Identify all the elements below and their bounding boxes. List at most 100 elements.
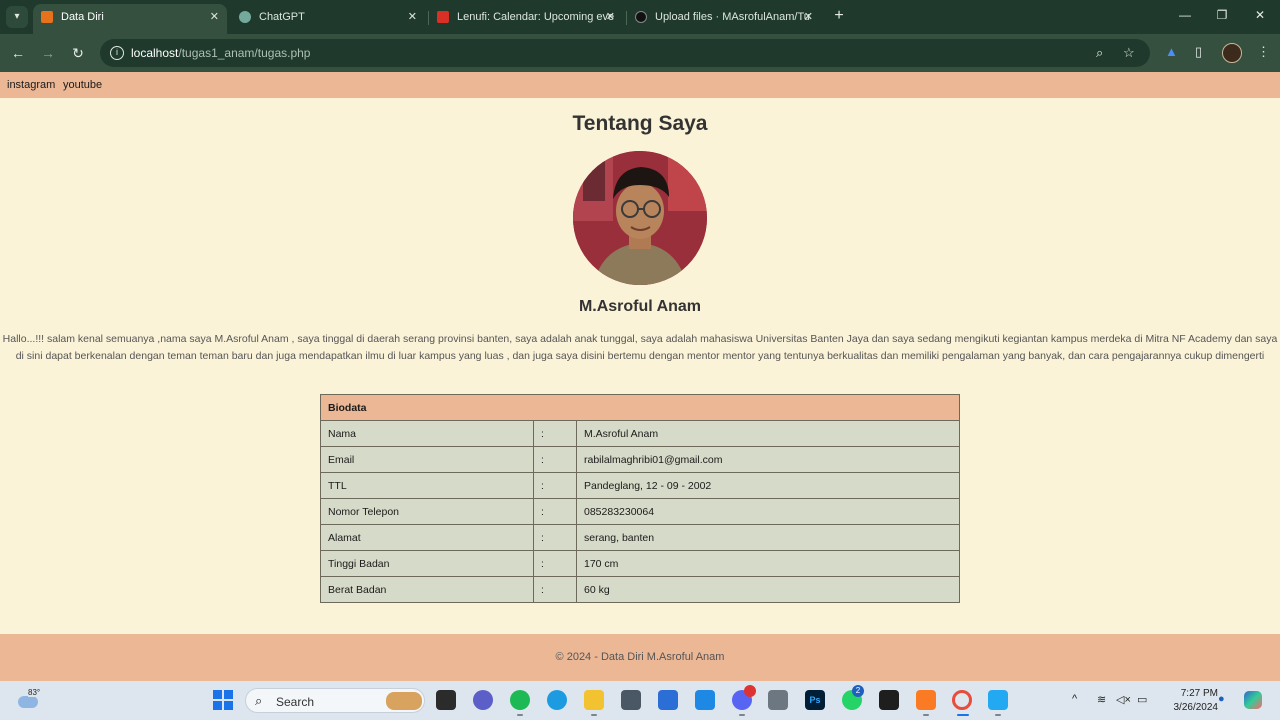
row-separator: : (533, 524, 577, 551)
table-row: TTL : Pandeglang, 12 - 09 - 2002 (320, 472, 960, 499)
row-value: serang, banten (576, 524, 960, 551)
photos-icon[interactable] (695, 690, 715, 710)
site-info-icon[interactable]: i (110, 46, 124, 60)
reload-button[interactable]: ↻ (68, 43, 88, 63)
tab-title: Lenufi: Calendar: Upcoming eve (457, 11, 615, 23)
tab-search-button[interactable]: ▾ (6, 6, 28, 28)
clock-time: 7:27 PM (1180, 688, 1218, 699)
search-highlight-image (386, 692, 422, 710)
copilot-icon[interactable] (1244, 691, 1262, 709)
row-value: Pandeglang, 12 - 09 - 2002 (576, 472, 960, 499)
row-label: Alamat (320, 524, 534, 551)
running-indicator (923, 714, 929, 716)
xampp-icon[interactable] (916, 690, 936, 710)
notification-bell-icon[interactable]: ● (1218, 693, 1225, 705)
edge-icon[interactable] (547, 690, 567, 710)
profile-avatar-icon[interactable] (1222, 43, 1242, 63)
profile-photo (573, 151, 707, 285)
weather-widget[interactable]: 83° (16, 688, 46, 712)
battery-icon[interactable]: ▭ (1137, 693, 1147, 706)
row-value: 60 kg (576, 576, 960, 603)
zoom-icon[interactable]: ⌕ (1096, 45, 1103, 61)
tab-data-diri[interactable]: Data Diri ✕ (33, 4, 227, 34)
tab-github-upload[interactable]: Upload files · MAsrofulAnam/Tu ✕ (627, 4, 821, 34)
footer-text: © 2024 - Data Diri M.Asroful Anam (555, 651, 725, 663)
tab-title: Upload files · MAsrofulAnam/Tu (655, 11, 810, 23)
wifi-icon[interactable]: ≋ (1097, 693, 1106, 706)
side-panel-icon[interactable]: ▯ (1195, 44, 1202, 60)
chat-icon[interactable] (473, 690, 493, 710)
github-favicon-icon (635, 11, 647, 23)
tab-title: Data Diri (61, 11, 104, 23)
row-separator: : (533, 550, 577, 577)
clock-date: 3/26/2024 (1173, 702, 1219, 713)
running-indicator (995, 714, 1001, 716)
whatsapp-badge: 2 (852, 685, 864, 697)
biodata-table: Biodata Nama : M.Asroful Anam Email : ra… (320, 394, 960, 603)
chrome-icon[interactable] (952, 690, 972, 710)
notepad-icon[interactable] (658, 690, 678, 710)
figma-icon[interactable] (879, 690, 899, 710)
top-navigation: instagram youtube (0, 72, 1280, 98)
speaker-muted-icon[interactable]: ◁× (1116, 693, 1131, 706)
taskbar-search[interactable]: ⌕ Search (245, 688, 425, 713)
calculator-icon[interactable] (621, 690, 641, 710)
photoshop-icon[interactable]: Ps (805, 690, 825, 710)
page-footer: © 2024 - Data Diri M.Asroful Anam (0, 634, 1280, 681)
cloud-icon (18, 696, 38, 708)
row-label: Nomor Telepon (320, 498, 534, 525)
tab-chatgpt[interactable]: ChatGPT ✕ (231, 4, 425, 34)
camera-icon[interactable] (768, 690, 788, 710)
nav-link-youtube[interactable]: youtube (63, 79, 102, 91)
tray-overflow-icon[interactable]: ^ (1072, 693, 1077, 705)
active-indicator (957, 714, 969, 716)
url-text[interactable]: localhost/tugas1_anam/tugas.php (131, 46, 310, 60)
row-label: Nama (320, 420, 534, 447)
system-clock[interactable]: 7:27 PM 3/26/2024 (1158, 687, 1219, 715)
row-value: 170 cm (576, 550, 960, 577)
nav-link-instagram[interactable]: instagram (7, 79, 55, 91)
running-indicator (517, 714, 523, 716)
back-button[interactable]: ← (8, 43, 28, 63)
taskbar: 83° ⌕ Search Ps 2 ^ ≋ ◁× ▭ 7:27 PM 3/26/… (0, 681, 1280, 720)
about-paragraph: Hallo...!!! salam kenal semuanya ,nama s… (2, 333, 1278, 362)
close-window-icon[interactable]: ✕ (1250, 8, 1270, 22)
task-view-icon[interactable] (436, 690, 456, 710)
row-separator: : (533, 420, 577, 447)
restore-icon[interactable]: ❐ (1212, 8, 1232, 22)
table-row: Nomor Telepon : 085283230064 (320, 498, 960, 525)
row-separator: : (533, 446, 577, 473)
calendar-favicon-icon (437, 11, 449, 23)
row-separator: : (533, 576, 577, 603)
file-explorer-icon[interactable] (584, 690, 604, 710)
discord-badge (744, 685, 756, 697)
chatgpt-favicon-icon (239, 11, 251, 23)
new-tab-button[interactable]: + (830, 6, 848, 26)
spotify-icon[interactable] (510, 690, 530, 710)
windows-start-icon[interactable] (213, 690, 233, 710)
forward-button[interactable]: → (38, 43, 58, 63)
running-indicator (739, 714, 745, 716)
tab-close-icon[interactable]: ✕ (606, 4, 615, 30)
minimize-icon[interactable]: — (1175, 8, 1195, 22)
tab-close-icon[interactable]: ✕ (408, 4, 417, 30)
tab-calendar[interactable]: Lenufi: Calendar: Upcoming eve ✕ (429, 4, 623, 34)
table-row: Email : rabilalmaghribi01@gmail.com (320, 446, 960, 473)
row-label: Email (320, 446, 534, 473)
table-row: Tinggi Badan : 170 cm (320, 550, 960, 577)
table-row: Berat Badan : 60 kg (320, 576, 960, 603)
search-label: Search (276, 695, 315, 709)
row-label: Berat Badan (320, 576, 534, 603)
bookmark-star-icon[interactable]: ☆ (1123, 45, 1135, 61)
vscode-icon[interactable] (988, 690, 1008, 710)
table-row: Nama : M.Asroful Anam (320, 420, 960, 447)
address-bar[interactable]: i localhost/tugas1_anam/tugas.php ⌕ ☆ (100, 39, 1150, 67)
tab-close-icon[interactable]: ✕ (804, 4, 813, 30)
extension-icon[interactable]: ▲ (1165, 44, 1178, 59)
more-menu-icon[interactable]: ⋮ (1257, 44, 1270, 60)
table-header-row: Biodata (320, 394, 960, 421)
tab-close-icon[interactable]: ✕ (210, 4, 219, 30)
search-icon: ⌕ (255, 693, 263, 708)
xampp-favicon-icon (41, 11, 53, 23)
row-value: rabilalmaghribi01@gmail.com (576, 446, 960, 473)
